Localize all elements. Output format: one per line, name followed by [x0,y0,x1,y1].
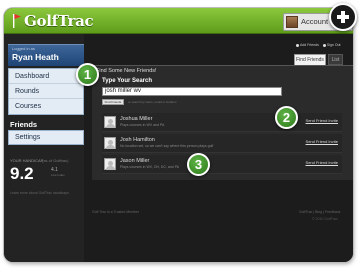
tab-find-friends[interactable]: Find Friends [294,54,326,65]
find-friends-panel: Find Some New Friends! Type Your Search … [92,65,353,180]
panel-title: Find Some New Friends! [96,68,157,74]
handicap-value: 9.2 [10,164,34,183]
footer-links[interactable]: GolfTrac | Blog | Feedback [299,210,340,214]
handicap-label: YOUR HANDICAP [10,158,44,163]
list-item: Jason Miller Plays courses in WV, OH, DC… [102,155,342,174]
handicap-low-note: Low Index [51,173,65,177]
list-item: Josh Hamilton No location set, so we can… [102,134,342,153]
top-bar: GolfTrac Account Ov [4,8,353,34]
golftrac-logo[interactable]: GolfTrac [11,10,94,32]
main-content: Add Friends Sign Out Find Friends List F… [92,34,353,262]
result-location: No location set, so we can't say where t… [120,144,214,148]
logo-text: GolfTrac [24,12,94,30]
handicap-low-index: 4.1 Low Index [51,167,79,177]
sidebar-item-settings[interactable]: Settings [8,130,84,145]
search-hint: or search by name, email or location [128,100,177,104]
callout-badge-2: 2 [275,106,298,129]
sidebar: Logged in as Ryan Heath Dashboard Rounds… [4,34,84,262]
top-links: Add Friends Sign Out [296,43,341,47]
app-window: GolfTrac Account Ov Logged in as Ryan He… [4,8,353,262]
result-location: Plays courses in WV, OH, DC, and PA [120,165,180,169]
sidebar-item-dashboard[interactable]: Dashboard [9,69,83,84]
find-friends-button[interactable]: Find Friends [102,99,124,105]
send-invite-link[interactable]: Send Friend Invite [306,139,338,144]
sidebar-item-courses[interactable]: Courses [9,99,83,114]
user-avatar-icon [104,137,116,149]
footer-copyright: © 2010 GolfTrac [312,217,338,221]
user-sub-label: Logged in as [12,46,35,51]
add-plus-icon[interactable] [329,3,357,31]
user-avatar-icon [104,116,116,128]
sidebar-nav: Dashboard Rounds Courses [8,68,84,115]
handicap-sub-label: (as of Golftrac) [42,158,69,163]
callout-badge-3: 3 [187,153,210,176]
search-input[interactable]: josh miller wv [102,87,282,96]
sidebar-item-rounds[interactable]: Rounds [9,84,83,99]
avatar [286,16,298,28]
user-header: Logged in as Ryan Heath [8,44,84,66]
result-location: Plays courses in WV and PA [120,123,165,127]
send-invite-link[interactable]: Send Friend Invite [306,160,338,165]
footer-left: Golf Trac is a Trusted Member [92,210,140,214]
sidebar-section-friends[interactable]: Friends [10,120,37,129]
tab-list[interactable]: List [328,54,343,65]
result-name[interactable]: Josh Hamilton [120,137,155,143]
list-item: Joshua Miller Plays courses in WV and PA… [102,113,342,132]
search-label: Type Your Search [102,78,153,84]
toplink-sign-out[interactable]: Sign Out [323,43,341,47]
user-name[interactable]: Ryan Heath [12,52,59,62]
handicap-learn-link[interactable]: Learn more about GolfTrac handicaps [10,191,69,195]
result-name[interactable]: Jason Miller [120,158,149,164]
user-avatar-icon [104,158,116,170]
golf-flag-icon [13,14,21,28]
result-name[interactable]: Joshua Miller [120,116,152,122]
send-invite-link[interactable]: Send Friend Invite [306,118,338,123]
toplink-add-friends[interactable]: Add Friends [296,43,319,47]
callout-badge-1: 1 [76,63,99,86]
